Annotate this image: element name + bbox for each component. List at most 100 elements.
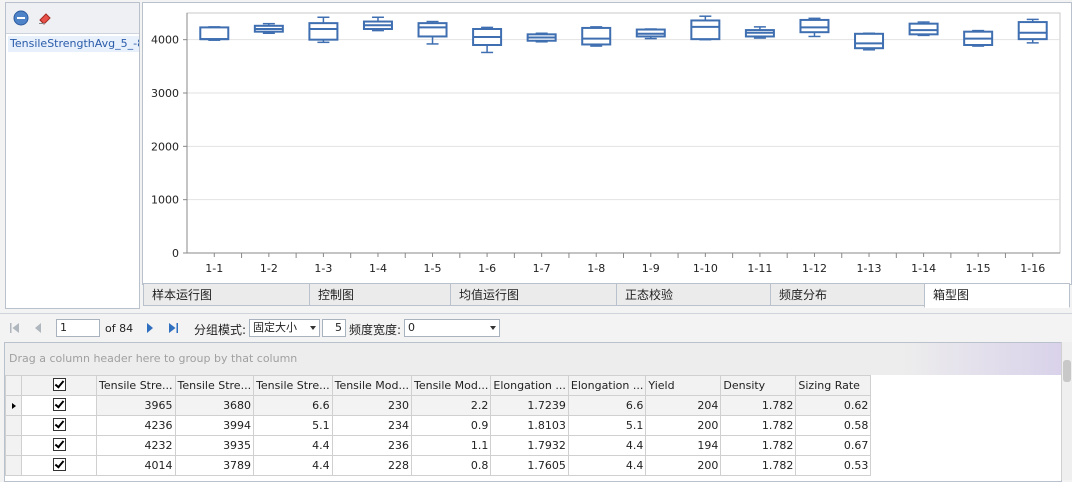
column-header[interactable]: Tensile Stre... — [174, 375, 255, 396]
table-cell[interactable]: 4.4 — [567, 455, 647, 476]
table-cell[interactable]: 0.67 — [795, 435, 872, 456]
tab-box-plot[interactable]: 箱型图 — [924, 283, 1070, 308]
row-indicator — [5, 395, 22, 416]
table-cell[interactable]: 3965 — [96, 395, 176, 416]
table-cell[interactable]: 3994 — [174, 415, 255, 436]
next-page-icon[interactable] — [144, 322, 156, 334]
x-tick-label: 1-9 — [642, 262, 660, 275]
table-row[interactable]: 4232 3935 4.4 236 1.1 1.7932 4.4 194 1.782 0.67 — [5, 435, 872, 456]
tab-mean-run-chart[interactable]: 均值运行图 — [450, 283, 618, 306]
table-cell[interactable]: 3789 — [174, 455, 255, 476]
table-cell[interactable]: 4.4 — [567, 435, 647, 456]
table-cell[interactable]: 1.782 — [720, 395, 797, 416]
box-plot-1-8 — [581, 26, 612, 47]
table-cell[interactable]: 230 — [331, 395, 412, 416]
table-cell[interactable]: 4236 — [96, 415, 176, 436]
table-cell[interactable]: 236 — [331, 435, 412, 456]
table-cell[interactable]: 1.782 — [720, 415, 797, 436]
checkbox-icon[interactable] — [52, 457, 66, 471]
select-all-header[interactable] — [21, 375, 97, 396]
column-header[interactable]: Tensile Mod... — [331, 375, 412, 396]
page-number-input[interactable]: 1 — [56, 319, 100, 337]
prev-page-icon[interactable] — [32, 322, 44, 334]
column-header[interactable]: Elongation ... — [567, 375, 647, 396]
table-cell[interactable]: 1.7932 — [490, 435, 569, 456]
column-header[interactable]: Tensile Stre... — [253, 375, 333, 396]
box-plot-1-2 — [253, 22, 284, 35]
row-select-cell[interactable] — [21, 435, 97, 456]
table-cell[interactable]: 1.8103 — [490, 415, 569, 436]
scrollbar-thumb[interactable] — [1063, 360, 1071, 382]
table-cell[interactable]: 200 — [645, 455, 722, 476]
checkbox-icon[interactable] — [52, 437, 66, 451]
table-cell[interactable]: 3680 — [174, 395, 255, 416]
first-page-icon[interactable] — [9, 322, 21, 334]
column-header[interactable]: Density — [720, 375, 797, 396]
checkbox-icon[interactable] — [52, 377, 66, 391]
column-header[interactable]: Yield — [645, 375, 722, 396]
eraser-icon[interactable] — [37, 10, 53, 26]
table-cell[interactable]: 234 — [331, 415, 412, 436]
series-list-item[interactable]: TensileStrengthAvg_5_-85 — [8, 36, 139, 52]
table-cell[interactable]: 1.7605 — [490, 455, 569, 476]
checkbox-icon[interactable] — [52, 397, 66, 411]
table-cell[interactable]: 1.7239 — [490, 395, 569, 416]
tab-normality-test[interactable]: 正态校验 — [616, 283, 772, 306]
table-cell[interactable]: 5.1 — [253, 415, 333, 436]
table-cell[interactable]: 6.6 — [567, 395, 647, 416]
table-cell[interactable]: 4232 — [96, 435, 176, 456]
column-header[interactable]: Tensile Stre... — [96, 375, 176, 396]
box-plot-chart: 0 1000 2000 3000 4000 1-1 1-2 1-3 1-4 1-5 1-6 1-7 1-… — [142, 2, 1072, 285]
x-tick-label: 1-1 — [205, 262, 223, 275]
tab-sample-run-chart[interactable]: 样本运行图 — [143, 283, 311, 306]
column-header[interactable]: Elongation ... — [490, 375, 569, 396]
table-cell[interactable]: 194 — [645, 435, 722, 456]
group-mode-label: 分组模式: — [194, 323, 247, 337]
last-page-icon[interactable] — [167, 322, 179, 334]
row-select-cell[interactable] — [21, 455, 97, 476]
table-cell[interactable]: 0.58 — [795, 415, 872, 436]
x-tick-label: 1-2 — [260, 262, 278, 275]
row-select-cell[interactable] — [21, 395, 97, 416]
table-cell[interactable]: 4.4 — [253, 435, 333, 456]
x-tick-label: 1-12 — [802, 262, 827, 275]
table-cell[interactable]: 6.6 — [253, 395, 333, 416]
remove-icon[interactable] — [13, 10, 29, 26]
box-iqr — [799, 18, 830, 34]
tab-frequency-distribution[interactable]: 频度分布 — [770, 283, 925, 306]
y-tick-label: 4000 — [151, 34, 179, 47]
table-cell[interactable]: 5.1 — [567, 415, 647, 436]
row-select-cell[interactable] — [21, 415, 97, 436]
table-cell[interactable]: 4.4 — [253, 455, 333, 476]
table-row[interactable]: 3965 3680 6.6 230 2.2 1.7239 6.6 204 1.782 0.62 — [5, 395, 872, 416]
column-header[interactable]: Sizing Rate — [795, 375, 872, 396]
table-cell[interactable]: 3935 — [174, 435, 255, 456]
table-cell[interactable]: 204 — [645, 395, 722, 416]
table-cell[interactable]: 1.782 — [720, 455, 797, 476]
group-by-panel[interactable]: Drag a column header here to group by th… — [5, 343, 1061, 375]
table-cell[interactable]: 1.1 — [410, 435, 492, 456]
group-size-input[interactable]: 5 — [322, 319, 346, 337]
tab-control-chart[interactable]: 控制图 — [309, 283, 452, 306]
freq-width-select[interactable]: 0 — [404, 319, 500, 337]
table-cell[interactable]: 228 — [331, 455, 412, 476]
y-tick-label: 1000 — [151, 194, 179, 207]
column-header[interactable]: Tensile Mod... — [410, 375, 492, 396]
table-cell[interactable]: 1.782 — [720, 435, 797, 456]
table-cell[interactable]: 2.2 — [410, 395, 492, 416]
table-cell[interactable]: 0.62 — [795, 395, 872, 416]
table-cell[interactable]: 0.9 — [410, 415, 492, 436]
table-row[interactable]: 4236 3994 5.1 234 0.9 1.8103 5.1 200 1.782 0.58 — [5, 415, 872, 436]
checkbox-icon[interactable] — [52, 417, 66, 431]
box-iqr — [908, 22, 939, 36]
vertical-scrollbar[interactable] — [1061, 342, 1072, 480]
y-tick-label: 0 — [172, 247, 179, 260]
table-cell[interactable]: 4014 — [96, 455, 176, 476]
table-cell[interactable]: 0.53 — [795, 455, 872, 476]
box-plot-1-15 — [963, 29, 994, 47]
group-mode-select[interactable]: 固定大小 — [249, 319, 320, 337]
table-cell[interactable]: 200 — [645, 415, 722, 436]
table-cell[interactable]: 0.8 — [410, 455, 492, 476]
data-grid: Drag a column header here to group by th… — [4, 342, 1062, 482]
table-row[interactable]: 4014 3789 4.4 228 0.8 1.7605 4.4 200 1.782 0.53 — [5, 455, 872, 476]
